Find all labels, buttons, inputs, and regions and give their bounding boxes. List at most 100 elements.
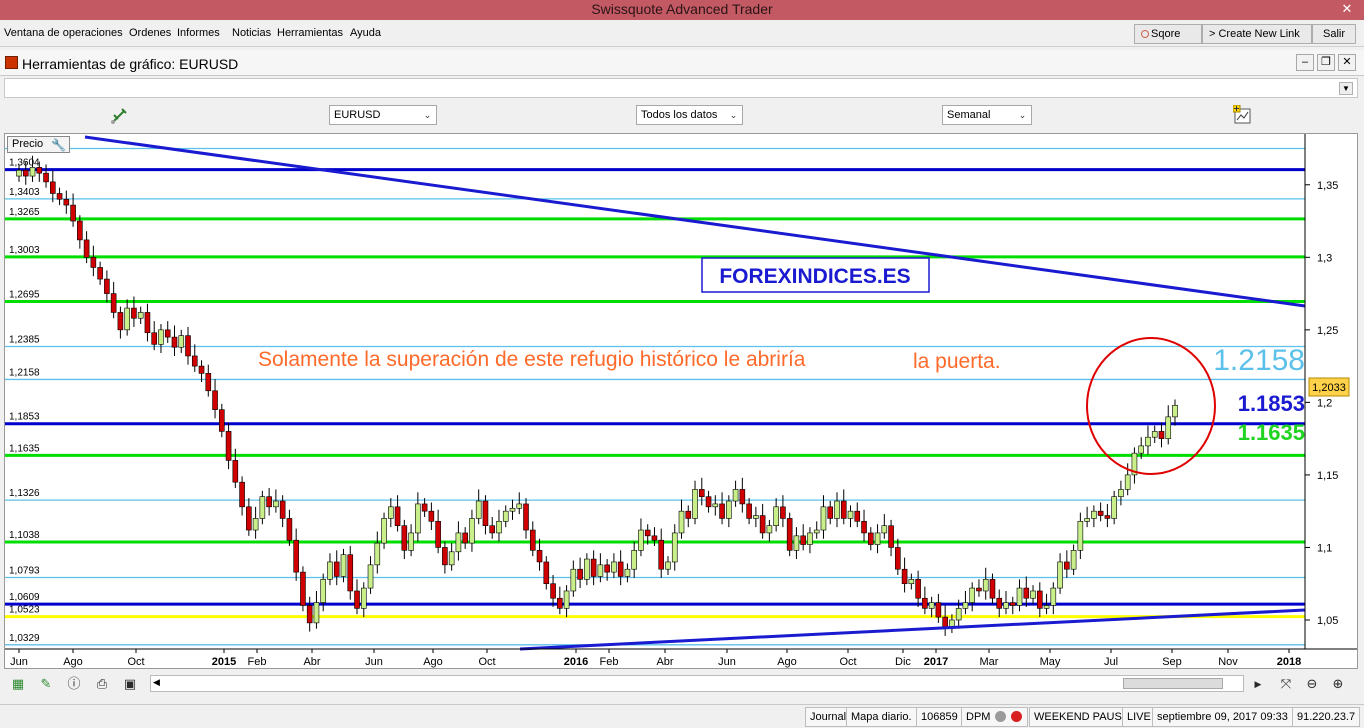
zoom-in-icon[interactable]: ⊕	[1328, 675, 1348, 693]
candle-bullish	[678, 510, 685, 534]
close-panel-button[interactable]: ✕	[1338, 54, 1356, 71]
candle-bearish	[421, 503, 428, 512]
record-grey-icon	[994, 711, 1006, 722]
candle-bearish	[719, 503, 725, 519]
restore-panel-button[interactable]: ❐	[1317, 54, 1335, 71]
candle-bearish	[1064, 561, 1070, 570]
candle-bearish	[604, 564, 610, 573]
x-tick-label: Feb	[600, 656, 619, 668]
y-tick-label: 1,2	[1317, 397, 1332, 409]
scrollbar-thumb[interactable]	[1123, 678, 1223, 689]
info-icon[interactable]: ⓘ	[64, 675, 84, 693]
candle-bullish	[415, 503, 421, 534]
candle-bullish	[1077, 521, 1084, 551]
minimize-panel-button[interactable]: –	[1296, 54, 1314, 71]
candle-bearish	[97, 267, 103, 280]
candle-bearish	[482, 500, 489, 526]
candle-bearish	[550, 583, 556, 599]
x-tick-label: Nov	[1218, 656, 1238, 668]
candle-bullish	[502, 510, 509, 522]
candle-bearish	[63, 198, 70, 206]
candle-bearish	[306, 605, 313, 624]
candle-bearish	[205, 373, 212, 392]
strip-dropdown-icon[interactable]: ▼	[1339, 82, 1353, 95]
candle-bearish	[22, 169, 29, 177]
candle-bullish	[469, 518, 475, 544]
drawing-tools-icon[interactable]	[108, 105, 130, 127]
level-value-label: 1,3265	[9, 207, 40, 218]
save-icon[interactable]: ▣	[120, 675, 140, 693]
candle-bullish	[1172, 404, 1178, 418]
level-label-1-2158: 1.2158	[1213, 344, 1305, 377]
range-select[interactable]: Todos los datos ⌄	[636, 105, 743, 125]
sqore-button[interactable]: Sqore	[1134, 24, 1202, 44]
candle-bearish	[43, 172, 49, 183]
candle-bullish	[563, 590, 570, 609]
candle-bearish	[901, 568, 908, 585]
candle-bullish	[158, 329, 164, 345]
fit-icon[interactable]: ⤧	[1276, 675, 1296, 693]
menu-ayuda[interactable]: Ayuda	[350, 27, 381, 39]
resistance-trendline	[84, 135, 1306, 308]
candle-bullish	[584, 558, 590, 580]
scroll-right-icon[interactable]: ▶	[1248, 675, 1268, 693]
zoom-out-icon[interactable]: ⊖	[1302, 675, 1322, 693]
candle-bullish	[1016, 587, 1023, 606]
y-tick-label: 1,3	[1317, 252, 1332, 264]
candle-bearish	[922, 597, 928, 609]
price-chart[interactable]: 1,3604 1,3403 1,3265 1,3003 1,2695 1,2385 1,21…	[4, 133, 1358, 669]
candle-bearish	[50, 181, 56, 194]
candle-bullish	[367, 564, 374, 589]
candle-bearish	[1023, 587, 1030, 599]
candle-bearish	[164, 329, 171, 338]
salir-button[interactable]: Salir	[1312, 24, 1356, 44]
menu-noticias[interactable]: Noticias	[232, 27, 271, 39]
menu-informes[interactable]: Informes	[177, 27, 220, 39]
draw-icon[interactable]: ✎	[36, 675, 56, 693]
print-icon[interactable]: ⎙	[92, 675, 112, 693]
candle-bearish	[861, 521, 867, 534]
close-window-button[interactable]: ✕	[1336, 0, 1358, 18]
journal-button[interactable]: Journal	[805, 707, 852, 727]
create-new-link-button[interactable]: > Create New Link	[1202, 24, 1312, 44]
menu-ordenes[interactable]: Ordenes	[129, 27, 171, 39]
candle-bullish	[928, 602, 935, 609]
candle-bearish	[840, 500, 847, 519]
period-select[interactable]: Semanal ⌄	[942, 105, 1032, 125]
daily-map-button[interactable]: Mapa diario.	[846, 707, 917, 727]
sqore-icon	[1141, 30, 1149, 38]
menu-herramientas[interactable]: Herramientas	[277, 27, 343, 39]
candle-bearish	[171, 336, 178, 348]
candle-bullish	[496, 521, 502, 534]
status-datetime: septiembre 09, 2017 09:33	[1152, 707, 1293, 727]
candle-bearish	[705, 496, 712, 508]
candle-bearish	[36, 167, 43, 174]
candle-bullish	[1050, 587, 1057, 606]
x-tick-label: Abr	[656, 656, 673, 668]
candle-bullish	[16, 169, 22, 177]
chart-horizontal-scrollbar[interactable]: ◀	[150, 675, 1244, 692]
price-settings-button[interactable]: Precio 🔧	[7, 136, 70, 153]
x-tick-label: Mar	[980, 656, 999, 668]
x-tick-label: Jun	[365, 656, 383, 668]
candle-bearish	[644, 529, 651, 537]
level-value-label: 1,0523	[9, 605, 40, 616]
candle-bearish	[942, 616, 948, 628]
x-tick-label: Ago	[63, 656, 83, 668]
empty-input-strip: ▼	[4, 78, 1358, 98]
chart-icon[interactable]: ▦	[8, 675, 28, 693]
x-tick-label: 2017	[924, 656, 948, 668]
chart-canvas[interactable]: 1,36041,34031,32651,30031,26951,23851,21…	[5, 134, 1357, 668]
symbol-select[interactable]: EURUSD ⌄	[329, 105, 437, 125]
candle-bearish	[428, 510, 435, 522]
y-tick-label: 1,25	[1317, 325, 1338, 337]
candle-bullish	[955, 608, 962, 621]
add-indicator-icon[interactable]	[1232, 104, 1253, 125]
scroll-left-icon[interactable]: ◀	[153, 677, 160, 688]
candle-bullish	[516, 503, 523, 509]
candle-bearish	[651, 535, 658, 541]
candle-bearish	[854, 510, 861, 522]
candle-bullish	[455, 532, 462, 553]
menu-ventana-operaciones[interactable]: Ventana de operaciones	[4, 27, 123, 39]
candle-bearish	[144, 312, 151, 334]
